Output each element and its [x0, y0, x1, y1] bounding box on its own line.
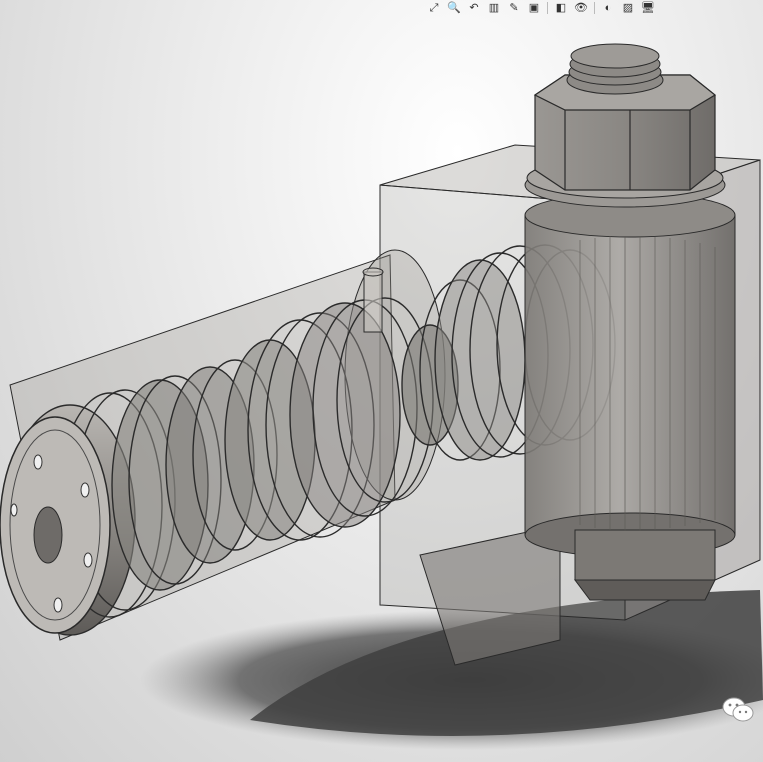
view-settings-icon[interactable]: 🖥: [639, 1, 657, 15]
zoom-to-area-icon[interactable]: 🔍: [445, 1, 463, 15]
zoom-to-fit-icon[interactable]: ⤢: [425, 1, 443, 15]
edit-appearance-icon[interactable]: ◐: [599, 1, 617, 15]
previous-view-icon[interactable]: ↶: [465, 1, 483, 15]
end-cap[interactable]: [0, 416, 111, 634]
toolbar-separator: [547, 2, 548, 14]
toolbar-separator: [594, 2, 595, 14]
filter-cartridge[interactable]: [524, 192, 736, 601]
mounting-hole-3: [83, 552, 93, 568]
display-style-icon[interactable]: ◧: [552, 1, 570, 15]
mounting-hole-1: [33, 454, 43, 470]
heads-up-view-toolbar: ⤢ 🔍 ↶ ▥ ✎ ▣ ◧ 👁 ◐ ▨ 🖥: [425, 0, 657, 16]
valve-assembly-model[interactable]: [0, 0, 763, 762]
mounting-hole-2: [80, 482, 90, 498]
vent-pin: [362, 267, 384, 333]
hide-show-items-icon[interactable]: 👁: [572, 1, 590, 15]
dynamic-annotation-icon[interactable]: ✎: [505, 1, 523, 15]
wechat-logo-icon: [722, 697, 754, 722]
section-view-icon[interactable]: ▥: [485, 1, 503, 15]
mounting-hole-5: [10, 503, 18, 517]
mounting-hole-4: [53, 597, 63, 613]
threaded-stud: [566, 43, 664, 95]
apply-scene-icon[interactable]: ▨: [619, 1, 637, 15]
center-threaded-hole: [33, 506, 63, 564]
view-orientation-icon[interactable]: ▣: [525, 1, 543, 15]
graphics-area[interactable]: ⤢ 🔍 ↶ ▥ ✎ ▣ ◧ 👁 ◐ ▨ 🖥: [0, 0, 763, 762]
